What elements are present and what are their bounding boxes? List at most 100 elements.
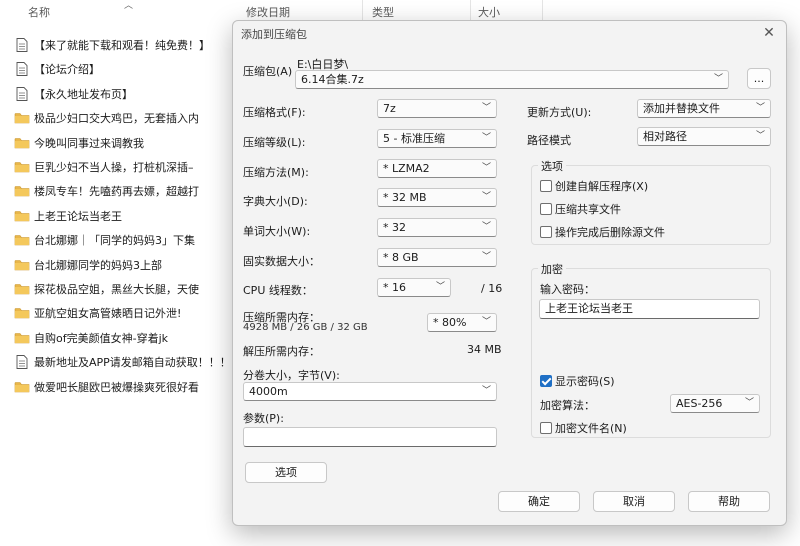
file-list-item[interactable]: 最新地址及APP请发邮箱自动获取！！！ bbox=[14, 350, 231, 374]
show-password-checkbox[interactable]: 显示密码(S) bbox=[540, 373, 615, 389]
folder-icon bbox=[14, 379, 30, 395]
file-list-item[interactable]: 巨乳少妇不当人操，打桩机深插– bbox=[14, 155, 194, 179]
file-list-item[interactable]: 楼凤专车！先嗑药再去嫖，超越打 bbox=[14, 179, 199, 203]
word-size-value: * 32 bbox=[383, 221, 406, 234]
folder-icon bbox=[14, 330, 30, 346]
word-size-combobox[interactable]: * 32 ﹀ bbox=[377, 218, 497, 237]
folder-icon bbox=[14, 232, 30, 248]
method-combobox[interactable]: * LZMA2 ﹀ bbox=[377, 159, 497, 178]
sfx-checkbox[interactable]: 创建自解压程序(X) bbox=[540, 178, 648, 194]
file-list-item[interactable]: 今晚叫同事过来调教我 bbox=[14, 131, 144, 155]
document-icon bbox=[14, 61, 30, 77]
cpu-threads-combobox[interactable]: * 16 ﹀ bbox=[377, 278, 451, 297]
cancel-button[interactable]: 取消 bbox=[593, 491, 675, 512]
file-name: 上老王论坛当老王 bbox=[34, 209, 122, 223]
help-button[interactable]: 帮助 bbox=[688, 491, 770, 512]
solid-block-size-combobox[interactable]: * 8 GB ﹀ bbox=[377, 248, 497, 267]
shared-files-checkbox-label: 压缩共享文件 bbox=[555, 203, 621, 216]
show-password-checkbox-box[interactable] bbox=[540, 375, 552, 387]
add-to-archive-dialog: 添加到压缩包 ✕ 压缩包(A) E:\白日梦\ 6.14合集.7z ﹀ ... … bbox=[232, 20, 787, 526]
file-list-item[interactable]: 亚航空姐女高管婊晒日记外泄! bbox=[14, 301, 181, 325]
document-icon bbox=[14, 86, 30, 102]
level-label: 压缩等级(L): bbox=[243, 136, 306, 149]
parameters-input[interactable] bbox=[243, 427, 497, 447]
file-list-item[interactable]: 台北娜娜｜「同学的妈妈3」下集 bbox=[14, 228, 195, 252]
volume-size-label: 分卷大小，字节(V): bbox=[243, 369, 340, 382]
path-mode-label: 路径模式 bbox=[527, 134, 571, 147]
chevron-down-icon: ﹀ bbox=[481, 163, 491, 173]
memory-usage-value: * 80% bbox=[433, 316, 467, 329]
encrypt-filenames-checkbox[interactable]: 加密文件名(N) bbox=[540, 420, 627, 436]
column-header-name[interactable]: 名称 bbox=[28, 0, 50, 26]
chevron-down-icon: ﹀ bbox=[755, 131, 765, 141]
update-mode-label: 更新方式(U): bbox=[527, 106, 592, 119]
file-name: 台北娜娜｜「同学的妈妈3」下集 bbox=[34, 234, 195, 248]
chevron-down-icon: ﹀ bbox=[755, 103, 765, 113]
file-list-item[interactable]: 探花极品空姐，黑丝大长腿，天使 bbox=[14, 277, 199, 301]
password-input[interactable]: 上老王论坛当老王 bbox=[539, 299, 760, 319]
sort-ascending-icon[interactable]: ︿ bbox=[124, 1, 133, 11]
chevron-down-icon: ﹀ bbox=[481, 252, 491, 262]
file-name: 做爱吧长腿欧巴被爆操爽死很好看 bbox=[34, 380, 199, 394]
solid-block-size-label: 固实数据大小： bbox=[243, 255, 320, 268]
file-list-item[interactable]: 上老王论坛当老王 bbox=[14, 204, 122, 228]
delete-source-checkbox-label: 操作完成后删除源文件 bbox=[555, 226, 665, 239]
method-value: * LZMA2 bbox=[383, 162, 430, 175]
file-name: 亚航空姐女高管婊晒日记外泄! bbox=[34, 307, 182, 321]
cpu-threads-total: / 16 bbox=[481, 282, 503, 295]
chevron-down-icon: ﹀ bbox=[481, 386, 491, 396]
chevron-down-icon: ﹀ bbox=[481, 133, 491, 143]
update-mode-value: 添加并替换文件 bbox=[643, 102, 720, 115]
chevron-down-icon: ﹀ bbox=[481, 317, 491, 327]
folder-icon bbox=[14, 110, 30, 126]
close-button[interactable]: ✕ bbox=[756, 23, 782, 43]
file-list-item[interactable]: 自购of完美颜值女神-穿着jk bbox=[14, 326, 168, 350]
dictionary-size-value: * 32 MB bbox=[383, 191, 427, 204]
options-button[interactable]: 选项 bbox=[245, 462, 327, 483]
file-name: 探花极品空姐，黑丝大长腿，天使 bbox=[34, 283, 199, 296]
browse-button[interactable]: ... bbox=[747, 68, 771, 89]
document-icon bbox=[14, 37, 30, 53]
file-name: 最新地址及APP请发邮箱自动获取！！！ bbox=[34, 356, 231, 370]
file-name: 极品少妇口交大鸡巴，无套插入内 bbox=[34, 112, 199, 126]
file-list-item[interactable]: 台北娜娜同学的妈妈3上部 bbox=[14, 253, 162, 277]
compress-memory-detail: 4928 MB / 26 GB / 32 GB bbox=[243, 322, 368, 333]
parameters-label: 参数(P): bbox=[243, 412, 284, 425]
ok-button[interactable]: 确定 bbox=[498, 491, 580, 512]
folder-icon bbox=[14, 183, 30, 199]
sfx-checkbox-label: 创建自解压程序(X) bbox=[555, 180, 649, 193]
archive-label: 压缩包(A) bbox=[243, 65, 293, 78]
encryption-method-combobox[interactable]: AES-256 ﹀ bbox=[670, 394, 760, 413]
folder-icon bbox=[14, 159, 30, 175]
shared-files-checkbox-box[interactable] bbox=[540, 203, 552, 215]
encryption-group: 加密 输入密码： 上老王论坛当老王 显示密码(S) 加密算法： AES-256 … bbox=[531, 261, 771, 438]
delete-source-checkbox[interactable]: 操作完成后删除源文件 bbox=[540, 224, 665, 240]
file-list-item[interactable]: 【论坛介绍】 bbox=[14, 57, 100, 81]
cpu-threads-label: CPU 线程数： bbox=[243, 284, 313, 297]
encrypt-filenames-label: 加密文件名(N) bbox=[555, 422, 627, 435]
update-mode-combobox[interactable]: 添加并替换文件 ﹀ bbox=[637, 99, 771, 118]
dictionary-size-combobox[interactable]: * 32 MB ﹀ bbox=[377, 188, 497, 207]
decompress-memory-value: 34 MB bbox=[467, 343, 502, 356]
password-label: 输入密码： bbox=[540, 283, 595, 296]
shared-files-checkbox[interactable]: 压缩共享文件 bbox=[540, 201, 621, 217]
level-value: 5 - 标准压缩 bbox=[383, 132, 445, 145]
format-combobox[interactable]: 7z ﹀ bbox=[377, 99, 497, 118]
memory-usage-combobox[interactable]: * 80% ﹀ bbox=[427, 313, 497, 332]
level-combobox[interactable]: 5 - 标准压缩 ﹀ bbox=[377, 129, 497, 148]
volume-size-combobox[interactable]: 4000m ﹀ bbox=[243, 382, 497, 401]
folder-icon bbox=[14, 305, 30, 321]
dialog-title: 添加到压缩包 bbox=[241, 28, 307, 41]
file-list-item[interactable]: 极品少妇口交大鸡巴，无套插入内 bbox=[14, 106, 199, 130]
file-name: 自购of完美颜值女神-穿着jk bbox=[34, 331, 168, 345]
delete-source-checkbox-box[interactable] bbox=[540, 226, 552, 238]
chevron-down-icon: ﹀ bbox=[481, 103, 491, 113]
path-mode-combobox[interactable]: 相对路径 ﹀ bbox=[637, 127, 771, 146]
sfx-checkbox-box[interactable] bbox=[540, 180, 552, 192]
archive-name-combobox[interactable]: 6.14合集.7z ﹀ bbox=[295, 70, 729, 89]
file-list-item[interactable]: 【永久地址发布页】 bbox=[14, 82, 133, 106]
file-list-item[interactable]: 做爱吧长腿欧巴被爆操爽死很好看 bbox=[14, 375, 199, 399]
encrypt-filenames-checkbox-box[interactable] bbox=[540, 422, 552, 434]
file-list-item[interactable]: 【来了就能下载和观看！纯免费！】 bbox=[14, 33, 210, 57]
volume-size-value: 4000m bbox=[249, 385, 288, 398]
